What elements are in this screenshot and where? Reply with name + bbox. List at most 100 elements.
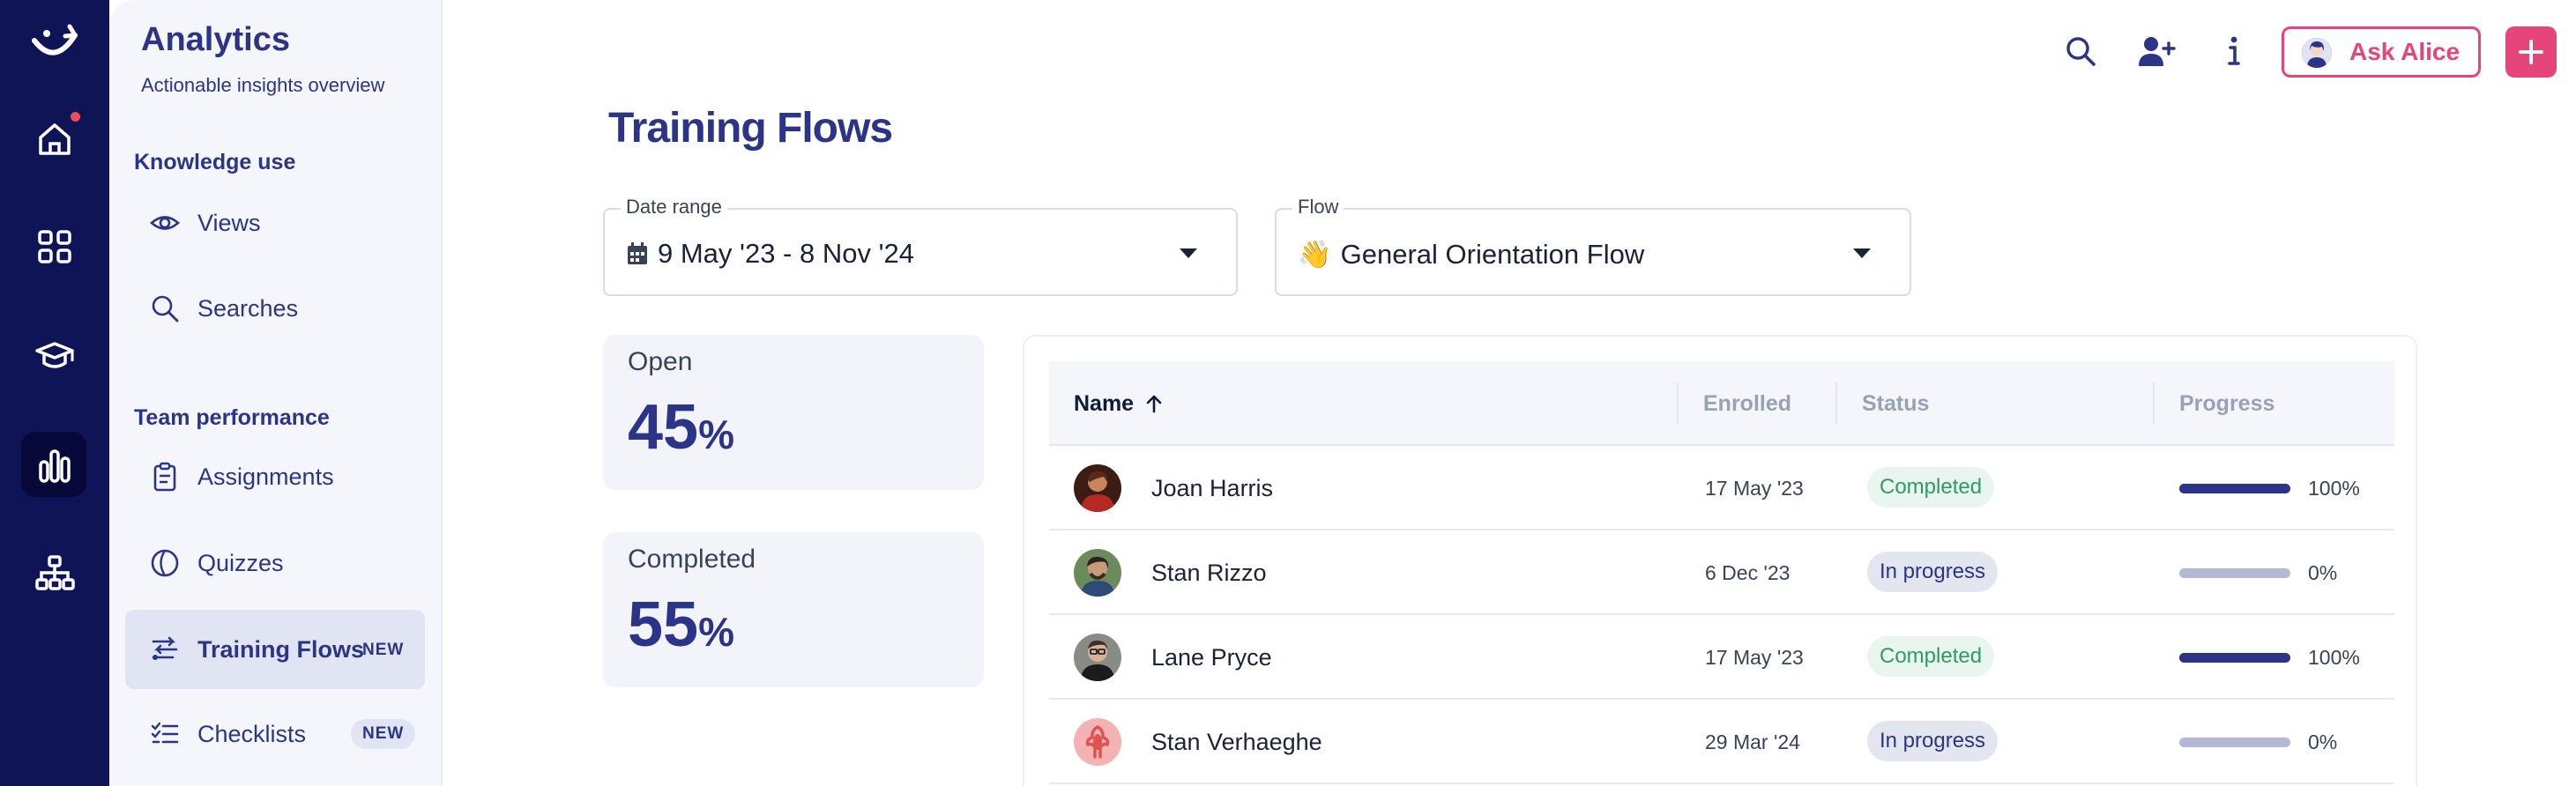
sidebar-item-label: Training Flows [197, 635, 365, 663]
table-row[interactable]: Joan Harris 17 May '23 Completed 100% [1049, 446, 2394, 530]
avatar [1074, 718, 1121, 766]
checklist-icon [150, 719, 180, 749]
progress-bar-fill [2179, 653, 2290, 663]
stat-unit: % [698, 412, 734, 457]
create-button[interactable] [2505, 26, 2557, 78]
learner-name: Stan Verhaeghe [1151, 728, 1322, 755]
flow-value: General Orientation Flow [1340, 238, 1645, 270]
sidebar-item-label: Views [197, 209, 261, 236]
table-header: Name Enrolled Status Progress [1049, 361, 2394, 446]
stat-label: Open [628, 347, 693, 376]
ask-alice-label: Ask Alice [2349, 38, 2461, 65]
progress-percent: 100% [2308, 476, 2360, 500]
date-range-select[interactable]: Date range 9 May '23 - 8 Nov '24 [603, 196, 1238, 296]
enrolled-date: 17 May '23 [1705, 645, 1804, 669]
stat-card-completed: Completed 55% [603, 532, 984, 687]
sidebar-item-training-flows[interactable]: Training Flows NEW [125, 610, 425, 689]
stat-number: 55 [628, 590, 699, 660]
sidebar-subtitle: Actionable insights overview [141, 74, 385, 96]
column-header-status[interactable]: Status [1862, 361, 1929, 446]
eye-icon [150, 208, 180, 238]
learner-name: Stan Rizzo [1151, 559, 1267, 586]
flow-label: Flow [1292, 196, 1344, 219]
graduation-cap-icon[interactable] [0, 330, 109, 382]
sidebar-item-label: Assignments [197, 463, 334, 490]
app-rail [0, 0, 109, 786]
stat-value: 45% [628, 391, 734, 463]
ask-alice-button[interactable]: Ask Alice [2282, 26, 2481, 78]
progress-bar [2179, 653, 2290, 663]
progress-percent: 100% [2308, 645, 2360, 669]
new-badge: NEW [351, 719, 416, 749]
learner-name: Lane Pryce [1151, 643, 1272, 671]
column-header-progress[interactable]: Progress [2179, 361, 2274, 446]
home-icon[interactable] [0, 113, 109, 166]
info-icon[interactable] [2215, 32, 2253, 70]
section-heading-knowledge: Knowledge use [134, 150, 296, 174]
plus-icon [2519, 40, 2543, 64]
sidebar-title: Analytics [141, 21, 290, 58]
table-row[interactable]: Lane Pryce 17 May '23 Completed 100% [1049, 615, 2394, 700]
sidebar-item-checklists[interactable]: Checklists NEW [125, 694, 425, 774]
progress-percent: 0% [2308, 560, 2338, 584]
sort-ascending-icon [1146, 395, 1162, 413]
sidebar-item-quizzes[interactable]: Quizzes [125, 523, 425, 603]
chevron-down-icon [1853, 248, 1871, 258]
status-badge: In progress [1867, 721, 1999, 761]
alice-avatar [2302, 38, 2332, 68]
calendar-icon [628, 242, 647, 264]
sidebar-item-label: Checklists [197, 720, 307, 747]
column-header-name[interactable]: Name [1074, 361, 1165, 446]
apps-grid-icon[interactable] [0, 220, 109, 273]
sidebar-item-searches[interactable]: Searches [125, 269, 425, 348]
status-badge: Completed [1867, 636, 1995, 677]
new-badge: NEW [362, 641, 405, 659]
org-chart-icon[interactable] [0, 546, 109, 599]
date-range-value: 9 May '23 - 8 Nov '24 [658, 238, 914, 269]
bar-chart-icon[interactable] [0, 439, 109, 492]
logo-icon[interactable] [0, 19, 109, 69]
table-row[interactable]: Stan Rizzo 6 Dec '23 In progress 0% [1049, 530, 2394, 615]
stat-label: Completed [628, 545, 756, 574]
progress-bar-fill [2179, 484, 2290, 493]
stat-unit: % [698, 609, 734, 655]
sidebar-item-assignments[interactable]: Assignments [125, 437, 425, 516]
avatar [1074, 549, 1121, 597]
date-range-value-wrap: 9 May '23 - 8 Nov '24 [626, 238, 914, 270]
stat-card-open: Open 45% [603, 335, 984, 490]
status-badge: Completed [1867, 467, 1995, 508]
clipboard-icon [150, 462, 180, 492]
page-title: Training Flows [608, 105, 893, 152]
table-row[interactable]: Stan Verhaeghe 29 Mar '24 In progress 0% [1049, 700, 2394, 784]
add-user-icon[interactable] [2137, 32, 2176, 70]
column-divider [1677, 382, 1679, 425]
progress-percent: 0% [2308, 730, 2338, 753]
search-icon[interactable] [2061, 32, 2100, 70]
learners-table: Name Enrolled Status Progress Joan Harri… [1023, 335, 2417, 786]
notification-dot [71, 112, 80, 122]
chevron-down-icon [1180, 248, 1197, 258]
column-divider [2153, 382, 2155, 425]
stat-number: 45 [628, 392, 699, 463]
sidebar-item-views[interactable]: Views [125, 183, 425, 263]
flow-icon [150, 634, 180, 664]
flow-value-wrap: 👋 General Orientation Flow [1298, 238, 1644, 271]
enrolled-date: 29 Mar '24 [1705, 730, 1800, 753]
section-heading-team: Team performance [134, 405, 330, 430]
quiz-icon [150, 548, 180, 578]
enrolled-date: 6 Dec '23 [1705, 560, 1791, 584]
stat-value: 55% [628, 589, 734, 661]
search-icon [150, 293, 180, 323]
column-header-enrolled[interactable]: Enrolled [1703, 361, 1791, 446]
date-range-label: Date range [621, 196, 727, 219]
sidebar-item-label: Searches [197, 294, 299, 322]
sidebar-item-label: Quizzes [197, 549, 284, 576]
column-label: Name [1074, 390, 1135, 416]
analytics-sidebar: Analytics Actionable insights overview K… [109, 0, 443, 786]
wave-icon: 👋 [1298, 239, 1332, 270]
flow-select[interactable]: Flow 👋 General Orientation Flow [1275, 196, 1911, 296]
progress-bar [2179, 484, 2290, 493]
status-badge: In progress [1867, 552, 1999, 592]
progress-bar [2179, 738, 2290, 747]
learner-name: Joan Harris [1151, 474, 1274, 501]
